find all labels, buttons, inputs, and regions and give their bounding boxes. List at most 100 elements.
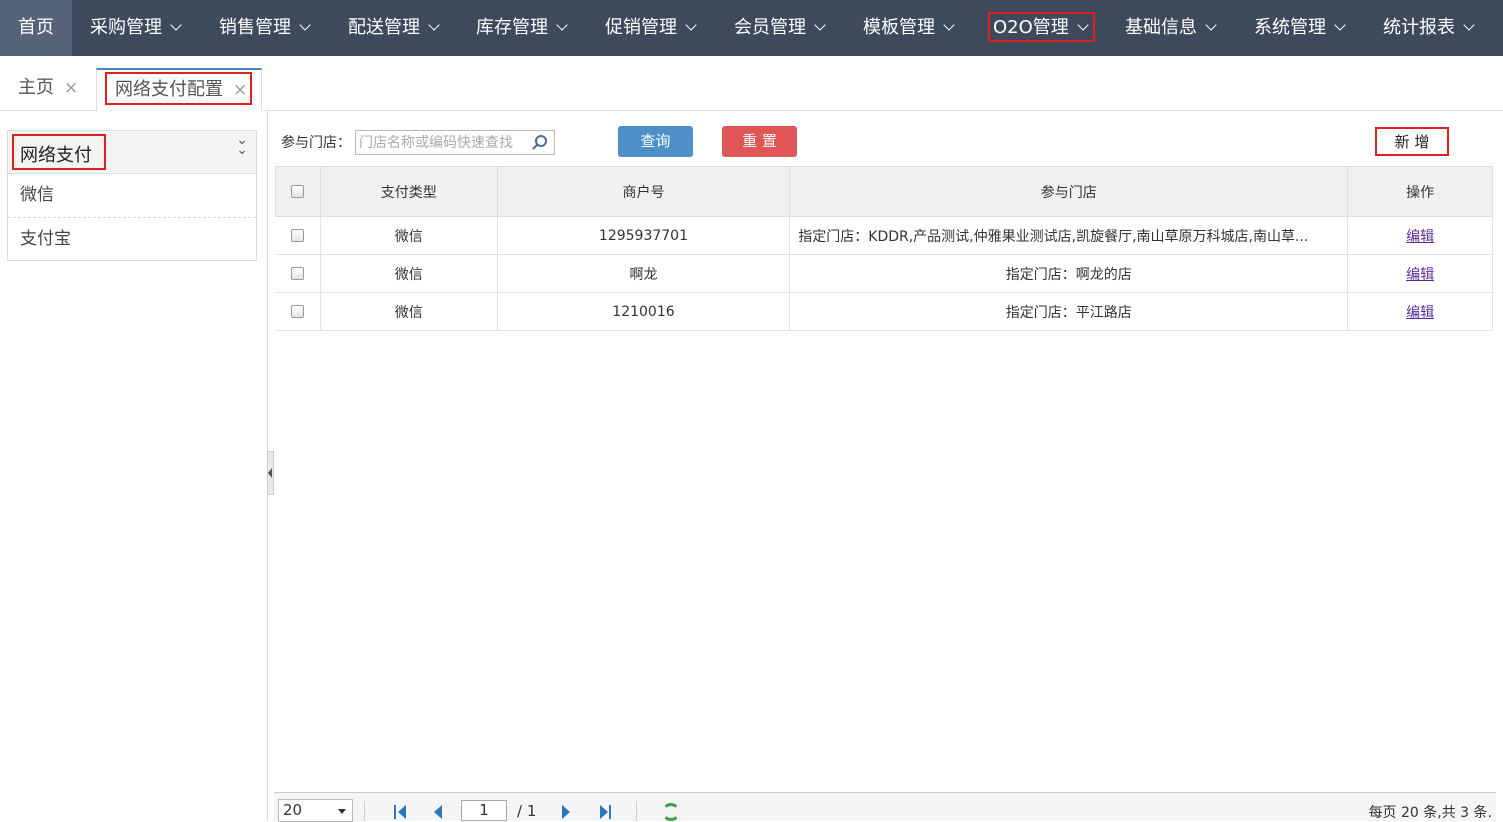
left-panel: 网络支付 ⌄ ⌄ 微信 支付宝 <box>0 111 268 821</box>
last-page-bar <box>609 805 611 819</box>
col-merchant-no[interactable]: 商户号 <box>496 166 791 217</box>
tab-label: 网络支付配置 <box>115 79 223 100</box>
cell-pay-type: 微信 <box>320 216 498 255</box>
reset-button[interactable]: 重 置 <box>722 126 797 157</box>
page-size-value: 20 <box>283 801 303 819</box>
edit-link[interactable]: 编辑 <box>1406 305 1434 321</box>
col-stores[interactable]: 参与门店 <box>789 166 1349 217</box>
query-button[interactable]: 查询 <box>618 126 693 157</box>
cell-actions: 编辑 <box>1347 254 1493 293</box>
nav-purchase[interactable]: 采购管理 <box>90 0 182 56</box>
prev-page-icon[interactable] <box>434 805 442 819</box>
current-page-input[interactable]: 1 <box>461 800 507 821</box>
nav-label: 统计报表 <box>1383 17 1455 38</box>
nav-label: 会员管理 <box>734 17 806 38</box>
row-checkbox[interactable] <box>291 267 305 280</box>
chevron-down-icon <box>1334 19 1346 31</box>
page-size-select[interactable]: 20 <box>278 799 353 822</box>
nav-template[interactable]: 模板管理 <box>863 0 955 56</box>
nav-label: 促销管理 <box>605 17 677 38</box>
store-search-input[interactable] <box>355 130 555 155</box>
chevron-down-icon <box>685 19 697 31</box>
total-pages: / 1 <box>517 802 537 820</box>
nav-sales[interactable]: 销售管理 <box>219 0 311 56</box>
cell-pay-type: 微信 <box>320 292 498 331</box>
row-checkbox[interactable] <box>291 305 305 318</box>
refresh-icon[interactable] <box>662 803 680 821</box>
next-page-icon[interactable] <box>562 805 570 819</box>
nav-label: 模板管理 <box>863 17 935 38</box>
nav-member[interactable]: 会员管理 <box>734 0 826 56</box>
nav-label: O2O管理 <box>993 17 1069 38</box>
col-pay-type[interactable]: 支付类型 <box>319 166 498 217</box>
top-nav: 首页 采购管理 销售管理 配送管理 库存管理 促销管理 会员管理 模板管理 O2… <box>0 0 1503 56</box>
nav-label: 销售管理 <box>219 17 291 38</box>
dropdown-arrow-icon <box>338 809 346 814</box>
cell-stores: 指定门店：啊龙的店 <box>789 254 1349 293</box>
add-button[interactable]: 新 增 <box>1375 127 1449 156</box>
cell-stores: 指定门店：KDDR,产品测试,仲雅果业测试店,凯旋餐厅,南山草原万科城店,南山草… <box>789 216 1349 255</box>
chevron-down-icon <box>1205 19 1217 31</box>
list-item-alipay[interactable]: 支付宝 <box>8 217 256 260</box>
row-select-cell <box>275 254 321 293</box>
nav-inventory[interactable]: 库存管理 <box>476 0 568 56</box>
close-icon[interactable]: × <box>233 80 247 100</box>
list-item-wechat[interactable]: 微信 <box>8 174 256 217</box>
nav-distribution[interactable]: 配送管理 <box>348 0 440 56</box>
edit-link[interactable]: 编辑 <box>1406 267 1434 283</box>
table-row: 微信 1210016 指定门店：平江路店 编辑 <box>275 292 1493 331</box>
nav-home[interactable]: 首页 <box>0 0 72 56</box>
last-page-arrow <box>600 805 608 819</box>
chevron-down-icon <box>943 19 955 31</box>
payment-config-table: 支付类型 商户号 参与门店 操作 微信 1295937701 指定门店：KDDR… <box>275 166 1493 331</box>
list-title: 网络支付 <box>20 145 92 166</box>
divider <box>636 801 637 821</box>
cell-actions: 编辑 <box>1347 216 1493 255</box>
first-page-arrow <box>398 805 406 819</box>
close-icon[interactable]: × <box>64 78 78 98</box>
nav-o2o[interactable]: O2O管理 <box>993 0 1089 56</box>
chevron-down-icon <box>428 19 440 31</box>
select-all-checkbox[interactable] <box>291 185 305 198</box>
table-row: 微信 啊龙 指定门店：啊龙的店 编辑 <box>275 254 1493 293</box>
double-chevron-down-icon[interactable]: ⌄ ⌄ <box>236 133 248 157</box>
cell-merchant-no: 1210016 <box>497 292 791 331</box>
cell-actions: 编辑 <box>1347 292 1493 331</box>
tab-network-payment-config[interactable]: 网络支付配置 × <box>96 68 262 111</box>
payment-type-list: 网络支付 ⌄ ⌄ 微信 支付宝 <box>7 130 257 261</box>
chevron-down-icon <box>170 19 182 31</box>
tab-bar: 主页 × 网络支付配置 × <box>0 56 1503 111</box>
row-checkbox[interactable] <box>291 229 305 242</box>
chevron-down-icon <box>556 19 568 31</box>
page-info: 每页 20 条,共 3 条. <box>1368 805 1492 821</box>
edit-link[interactable]: 编辑 <box>1406 229 1434 245</box>
nav-label: 采购管理 <box>90 17 162 38</box>
cell-pay-type: 微信 <box>320 254 498 293</box>
list-header: 网络支付 ⌄ ⌄ <box>8 131 256 174</box>
nav-label: 配送管理 <box>348 17 420 38</box>
nav-basic-info[interactable]: 基础信息 <box>1125 0 1217 56</box>
chevron-down-icon <box>1077 19 1089 31</box>
search-icon[interactable] <box>535 135 547 147</box>
table-row: 微信 1295937701 指定门店：KDDR,产品测试,仲雅果业测试店,凯旋餐… <box>275 216 1493 255</box>
nav-label: 基础信息 <box>1125 17 1197 38</box>
cell-merchant-no: 1295937701 <box>497 216 791 255</box>
nav-label: 库存管理 <box>476 17 548 38</box>
select-all-cell <box>275 166 321 217</box>
row-select-cell <box>275 216 321 255</box>
cell-stores: 指定门店：平江路店 <box>789 292 1349 331</box>
store-filter-label: 参与门店： <box>281 135 351 151</box>
tab-label: 主页 <box>18 77 54 98</box>
table-header-row: 支付类型 商户号 参与门店 操作 <box>275 166 1493 217</box>
nav-promotion[interactable]: 促销管理 <box>605 0 697 56</box>
chevron-down-icon <box>299 19 311 31</box>
row-select-cell <box>275 292 321 331</box>
nav-system[interactable]: 系统管理 <box>1254 0 1346 56</box>
tab-home[interactable]: 主页 × <box>18 68 78 111</box>
nav-reports[interactable]: 统计报表 <box>1383 0 1475 56</box>
chevron-down-icon <box>814 19 826 31</box>
first-page-bar <box>394 805 396 819</box>
nav-label: 系统管理 <box>1254 17 1326 38</box>
pagination-bar: 20 1 / 1 每页 20 条,共 3 条. <box>274 792 1496 822</box>
panel-splitter[interactable] <box>267 451 274 495</box>
